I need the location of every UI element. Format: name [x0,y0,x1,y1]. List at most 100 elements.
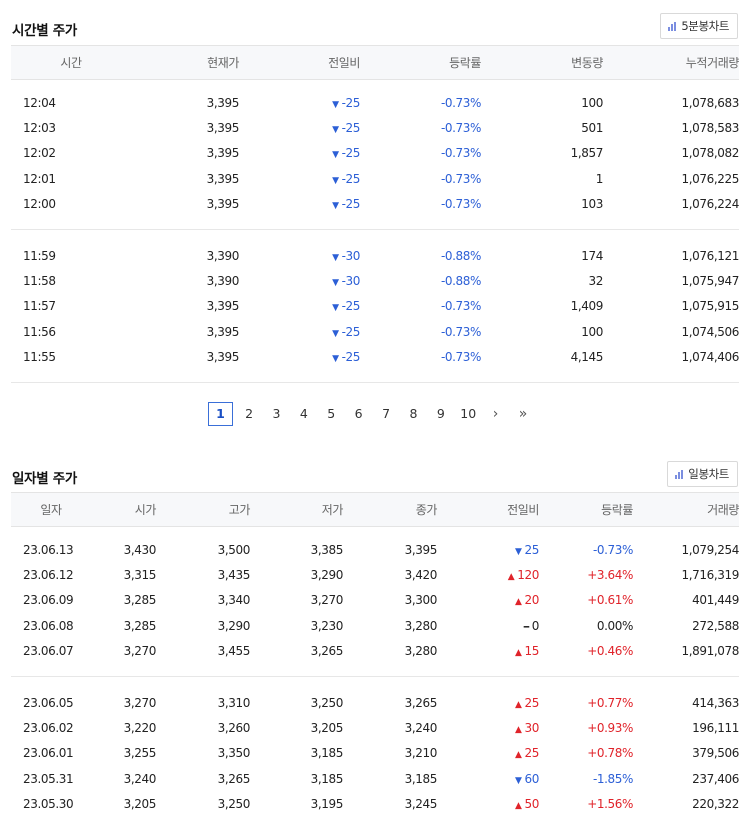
change-value: -25 [341,196,361,211]
rate-cell: +0.78% [587,746,633,761]
page-3[interactable]: 3 [263,402,290,426]
cum-volume-cell: 1,078,583 [681,121,740,136]
five-min-chart-button[interactable]: 5분봉차트 [660,13,738,39]
daily-chart-label: 일봉차트 [688,467,729,481]
triangle-down-icon: ▼ [332,303,339,314]
high-cell: 3,260 [217,721,251,736]
triangle-up-icon: ▲ [514,800,522,811]
page-8[interactable]: 8 [400,402,427,426]
intraday-title: 시간별 주가 [12,23,77,39]
date-cell: 23.06.08 [23,618,74,633]
time-cell: 11:58 [23,274,56,289]
cum-volume-cell: 1,076,121 [681,249,740,264]
price-cell: 3,395 [206,324,240,339]
volume-cell: 501 [581,121,603,136]
page-7[interactable]: 7 [372,402,399,426]
row-spacer-cell [11,663,739,676]
cum-volume-cell: 1,075,947 [681,274,740,289]
high-cell: 3,290 [217,618,251,633]
price-cell: 3,395 [206,146,240,161]
col-cum-volume: 누적거래량 [603,45,739,80]
page-1[interactable]: 1 [208,402,233,426]
page-6[interactable]: 6 [345,402,372,426]
change-value: 50 [524,796,540,811]
close-cell: 3,240 [404,721,438,736]
change-cell: ▲ 25 [437,690,539,715]
high-cell: 3,500 [217,543,251,558]
date-cell: 23.06.01 [23,746,74,761]
page-2[interactable]: 2 [235,402,262,426]
change-cell: ▼ -25 [239,191,360,216]
triangle-down-icon: ▼ [332,125,339,136]
next-page-button[interactable]: › [482,402,509,426]
row-spacer-cell [11,216,739,229]
cum-volume-cell: 1,074,406 [681,349,740,364]
date-cell: 23.05.30 [23,796,74,811]
col-high: 고가 [156,492,250,527]
price-cell: 3,395 [206,121,240,136]
change-value: -25 [341,146,361,161]
table-row: 23.05.30 3,205 3,250 3,195 3,245 ▲ 50 +1.56% 220… [11,791,739,816]
table-row: 12:01 3,395 ▼ -25 -0.73% 1 1,076,225 [11,166,739,191]
change-value: -25 [341,324,361,339]
volume-cell: 220,322 [692,796,739,811]
change-value: -30 [341,274,361,289]
open-cell: 3,255 [123,746,157,761]
price-cell: 3,395 [206,299,240,314]
date-cell: 23.06.09 [23,593,74,608]
rate-cell: -0.88% [440,249,481,264]
date-cell: 23.06.07 [23,643,74,658]
volume-cell: 103 [581,196,603,211]
close-cell: 3,395 [404,543,438,558]
last-page-button[interactable]: » [509,402,536,426]
page-10[interactable]: 10 [455,402,482,426]
low-cell: 3,205 [310,721,344,736]
close-cell: 3,300 [404,593,438,608]
volume-cell: 379,506 [692,746,739,761]
row-spacer [11,80,739,91]
page-9[interactable]: 9 [427,402,454,426]
rate-cell: +0.93% [587,721,633,736]
intraday-header-row: 시간 현재가 전일비 등락률 변동량 누적거래량 [11,45,739,80]
rate-cell: +0.46% [587,643,633,658]
change-value: -25 [341,96,361,111]
daily-chart-button[interactable]: 일봉차트 [667,461,738,487]
low-cell: 3,290 [310,568,344,583]
low-cell: 3,270 [310,593,344,608]
time-cell: 11:59 [23,249,56,264]
time-cell: 11:57 [23,299,56,314]
volume-cell: 100 [581,324,603,339]
col-volume: 거래량 [633,492,739,527]
table-row: 23.06.12 3,315 3,435 3,290 3,420 ▲ 120 +3.64% 1,… [11,563,739,588]
table-row: 23.06.07 3,270 3,455 3,265 3,280 ▲ 15 +0.46% 1,8… [11,638,739,663]
change-value: -30 [341,249,361,264]
high-cell: 3,250 [217,796,251,811]
open-cell: 3,315 [123,568,157,583]
time-cell: 12:01 [23,171,56,186]
volume-cell: 414,363 [692,696,739,711]
daily-header: 일자별 주가 일봉차트 [12,461,738,489]
page-4[interactable]: 4 [290,402,317,426]
low-cell: 3,195 [310,796,344,811]
row-spacer [11,677,739,690]
col-low: 저가 [250,492,343,527]
volume-cell: 100 [581,96,603,111]
col-open: 시가 [91,492,156,527]
triangle-down-icon: ▼ [332,200,339,211]
table-row: 12:04 3,395 ▼ -25 -0.73% 100 1,078,683 [11,91,739,116]
row-spacer [11,216,739,229]
open-cell: 3,220 [123,721,157,736]
triangle-down-icon: ▼ [514,547,522,558]
col-change: 전일비 [437,492,539,527]
col-price: 현재가 [131,45,239,80]
table-row: 12:02 3,395 ▼ -25 -0.73% 1,857 1,078,082 [11,141,739,166]
triangle-up-icon: ▲ [514,647,522,658]
close-cell: 3,245 [404,796,438,811]
high-cell: 3,435 [217,568,251,583]
table-row: 23.05.31 3,240 3,265 3,185 3,185 ▼ 60 -1.85% 237… [11,766,739,791]
price-cell: 3,390 [206,249,240,264]
price-cell: 3,395 [206,171,240,186]
change-cell: ▼ -25 [239,116,360,141]
page-5[interactable]: 5 [318,402,345,426]
close-cell: 3,420 [404,568,438,583]
